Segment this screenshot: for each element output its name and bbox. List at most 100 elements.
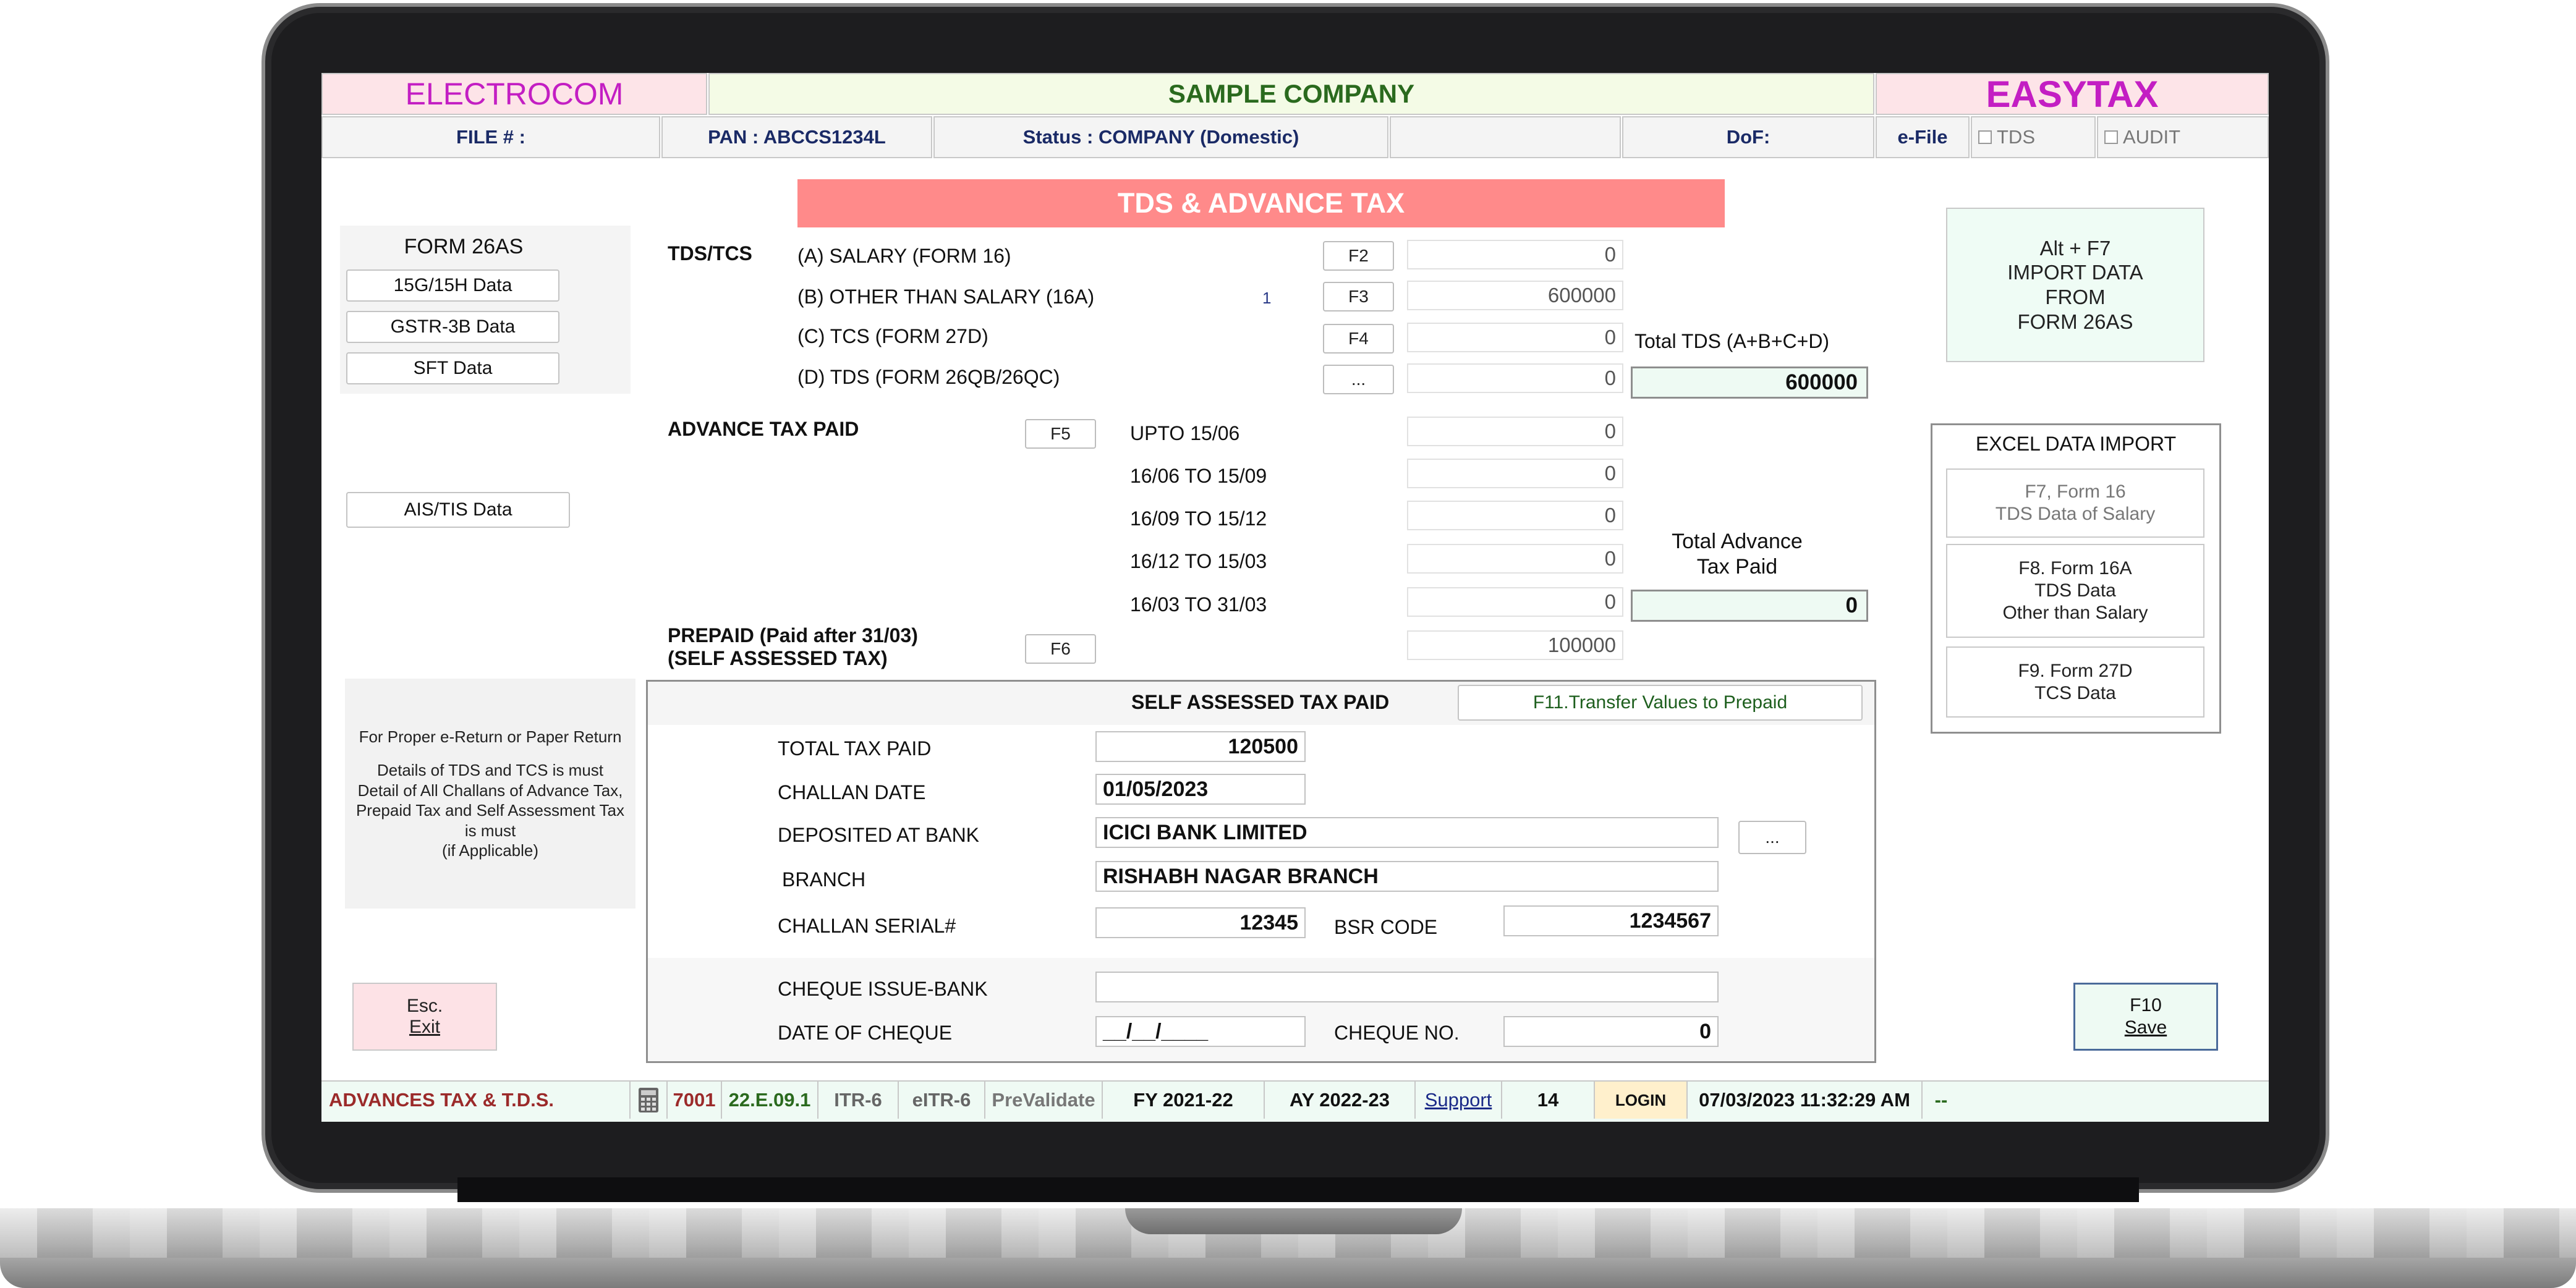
save-line-2: Save [2124,1017,2167,1038]
prepaid-value[interactable]: 100000 [1407,630,1623,660]
file-label: FILE # : [456,126,525,148]
dof-cell: DoF: [1622,116,1874,158]
challan-serial-field[interactable]: 12345 [1095,907,1306,938]
status-itr[interactable]: ITR-6 [818,1082,899,1119]
tds-row-c-label: (C) TCS (FORM 27D) [797,325,988,347]
bank-lookup-button[interactable]: ... [1738,821,1806,854]
tds-checkbox-box[interactable] [1978,130,1992,144]
transfer-to-prepaid-button[interactable]: F11.Transfer Values to Prepaid [1458,685,1863,721]
cheque-no-label: CHEQUE NO. [1334,1022,1460,1044]
audit-checkbox[interactable]: AUDIT [2097,116,2269,158]
branch-field[interactable]: RISHABH NAGAR BRANCH [1095,861,1719,892]
tds-salary-value[interactable]: 0 [1407,240,1623,269]
tds-row-a-label: (A) SALARY (FORM 16) [797,245,1011,267]
challan-date-label: CHALLAN DATE [778,781,926,803]
total-tds-value: 600000 [1631,366,1868,399]
advance-row-1-value[interactable]: 0 [1407,417,1623,446]
status-module: ADVANCES TAX & T.D.S. [321,1082,631,1119]
note-line-3: Detail of All Challans of Advance Tax, [357,781,623,800]
tds-row-b-count: 1 [1262,289,1272,307]
prepaid-label-1: PREPAID (Paid after 31/03) [668,624,918,646]
gstr-3b-data-button[interactable]: GSTR-3B Data [346,311,559,343]
return-info-note: For Proper e-Return or Paper Return Deta… [345,679,635,909]
brand-right-cell: EASYTAX [1876,73,2269,115]
status-code: 7001 [668,1082,722,1119]
bsr-code-label: BSR CODE [1334,916,1438,938]
note-line-5: is must [464,821,516,840]
page-title: TDS & ADVANCE TAX [1117,187,1405,219]
f3-other-than-salary-button[interactable]: F3 [1323,282,1394,311]
bsr-code-field[interactable]: 1234567 [1503,905,1719,936]
advance-row-5-label: 16/03 TO 31/03 [1130,593,1267,616]
audit-checkbox-box[interactable] [2104,130,2118,144]
import-form26as-button[interactable]: Alt + F7 IMPORT DATA FROM FORM 26AS [1946,208,2204,362]
deposited-bank-label: DEPOSITED AT BANK [778,824,980,846]
advance-row-5-value[interactable]: 0 [1407,587,1623,617]
esc-exit-button[interactable]: Esc. Exit [352,983,497,1051]
tds-26qb-value[interactable]: 0 [1407,363,1623,393]
status-datetime: 07/03/2023 11:32:29 AM [1688,1082,1923,1119]
total-tax-paid-field[interactable]: 120500 [1095,731,1306,762]
brand-left-cell: ELECTROCOM [321,73,707,115]
tds-other-value[interactable]: 600000 [1407,281,1623,310]
f7-form16-import-button[interactable]: F7, Form 16 TDS Data of Salary [1946,468,2204,538]
f7-line-2: TDS Data of Salary [1995,504,2156,524]
laptop-hinge-notch [1125,1208,1462,1234]
login-button[interactable]: LOGIN [1595,1082,1688,1119]
status-eitr[interactable]: eITR-6 [899,1082,985,1119]
company-name: SAMPLE COMPANY [1168,79,1415,108]
total-advance-value: 0 [1631,590,1868,622]
challan-date-field[interactable]: 01/05/2023 [1095,774,1306,805]
cheque-no-field[interactable]: 0 [1503,1016,1719,1047]
advance-row-4-value[interactable]: 0 [1407,544,1623,574]
import-line-3: FROM [2045,286,2106,308]
advance-row-2-value[interactable]: 0 [1407,459,1623,488]
calculator-icon-svg [639,1088,658,1112]
efile-button[interactable]: e-File [1876,116,1970,158]
f8-form16a-import-button[interactable]: F8. Form 16A TDS Data Other than Salary [1946,544,2204,638]
f9-line-1: F9. Form 27D [2018,660,2133,681]
status-number: 14 [1502,1082,1595,1119]
sft-data-button[interactable]: SFT Data [346,352,559,384]
f8-line-2: TDS Data [2034,580,2116,601]
prepaid-label: PREPAID (Paid after 31/03) (SELF ASSESSE… [668,624,918,670]
f9-form27d-import-button[interactable]: F9. Form 27D TCS Data [1946,646,2204,718]
cheque-date-field[interactable]: __/__/____ [1095,1016,1306,1047]
cheque-bank-field[interactable] [1095,972,1719,1002]
tcs-value[interactable]: 0 [1407,323,1623,352]
laptop-bezel [457,1177,2139,1202]
status-label: Status : COMPANY (Domestic) [1022,126,1299,148]
excel-import-heading: EXCEL DATA IMPORT [1975,433,2177,455]
advance-row-3-label: 16/09 TO 15/12 [1130,507,1267,530]
audit-checkbox-label: AUDIT [2123,126,2180,148]
f8-line-1: F8. Form 16A [2018,558,2132,578]
status-version: 22.E.09.1 [722,1082,818,1119]
f6-prepaid-button[interactable]: F6 [1025,634,1096,664]
note-line-1: For Proper e-Return or Paper Return [359,727,622,746]
f10-save-button[interactable]: F10 Save [2073,983,2218,1051]
cheque-bank-label: CHEQUE ISSUE-BANK [778,978,988,1000]
challan-serial-label: CHALLAN SERIAL# [778,915,956,937]
prepaid-label-2: (SELF ASSESSED TAX) [668,646,888,669]
prevalidate-button[interactable]: PreValidate [985,1082,1103,1119]
f5-advance-tax-button[interactable]: F5 [1025,419,1096,449]
f2-salary-button[interactable]: F2 [1323,241,1394,271]
brand-electrocom: ELECTROCOM [405,77,624,111]
note-line-2: Details of TDS and TCS is must [376,761,604,779]
f4-tcs-button[interactable]: F4 [1323,324,1394,354]
f7-line-1: F7, Form 16 [2025,481,2126,502]
dof-label: DoF: [1726,126,1770,148]
15g-15h-data-button[interactable]: 15G/15H Data [346,269,559,302]
ais-tis-data-button[interactable]: AIS/TIS Data [346,492,570,528]
blank-cell [1390,116,1621,158]
calculator-icon[interactable] [631,1082,668,1119]
advance-row-3-value[interactable]: 0 [1407,501,1623,530]
tds-checkbox[interactable]: TDS [1971,116,2096,158]
advance-row-1-label: UPTO 15/06 [1130,422,1240,444]
support-link[interactable]: Support [1416,1082,1502,1119]
deposited-bank-field[interactable]: ICICI BANK LIMITED [1095,817,1719,848]
form-26qb-button[interactable]: ... [1323,365,1394,394]
total-advance-label-1: Total Advance [1672,530,1803,553]
company-cell: SAMPLE COMPANY [708,73,1874,115]
exit-label: Exit [409,1017,440,1037]
